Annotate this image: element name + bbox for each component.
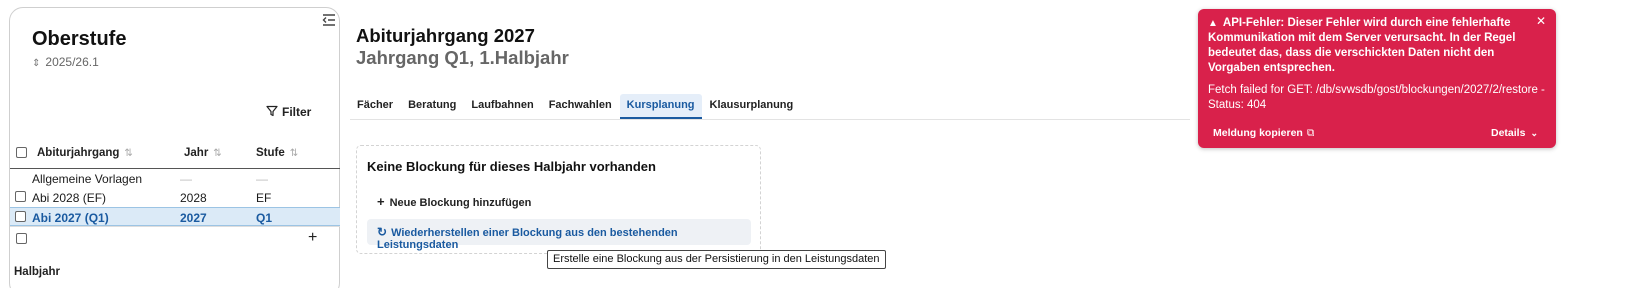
table-header: Abiturjahrgang ⇅ Jahr ⇅ Stufe ⇅ xyxy=(10,137,340,169)
restore-blockung-label: Wiederherstellen einer Blockung aus den … xyxy=(377,227,678,251)
error-toast: ✕ ▲ API-Fehler: Dieser Fehler wird durch … xyxy=(1198,9,1556,148)
table-row[interactable]: Allgemeine Vorlagen — — xyxy=(10,169,340,188)
tab-bar: Fächer Beratung Laufbahnen Fachwahlen Ku… xyxy=(350,94,1190,120)
blockung-card: Keine Blockung für dieses Halbjahr vorha… xyxy=(356,145,761,254)
new-blockung-button[interactable]: + Neue Blockung hinzufügen xyxy=(377,194,531,209)
tab-beratung[interactable]: Beratung xyxy=(401,94,463,119)
toast-message: ▲ API-Fehler: Dieser Fehler wird durch ei… xyxy=(1208,16,1536,76)
tab-laufbahnen[interactable]: Laufbahnen xyxy=(464,94,540,119)
restore-icon: ↻ xyxy=(377,225,388,239)
add-icon[interactable]: + xyxy=(308,229,317,247)
row-jahr: 2027 xyxy=(180,211,207,225)
tab-faecher[interactable]: Fächer xyxy=(350,94,400,119)
funnel-icon xyxy=(266,105,278,117)
filter-label: Filter xyxy=(282,105,312,119)
sort-icon: ⇅ xyxy=(213,148,222,159)
row-stufe: — xyxy=(256,172,268,186)
abiturjahrgang-table: Abiturjahrgang ⇅ Jahr ⇅ Stufe ⇅ Allgemeine … xyxy=(10,137,340,250)
select-all-checkbox[interactable] xyxy=(16,147,27,158)
column-header-abiturjahrgang[interactable]: Abiturjahrgang ⇅ xyxy=(37,147,133,159)
copy-icon: ⧉ xyxy=(1306,127,1315,139)
chevron-down-icon: ⌄ xyxy=(1530,128,1538,138)
sidebar-title: Oberstufe xyxy=(32,28,127,50)
chevron-up-down-icon: ⇕ xyxy=(32,58,41,69)
warning-icon: ▲ xyxy=(1208,18,1218,29)
tab-klausurplanung[interactable]: Klausurplanung xyxy=(703,94,801,119)
row-jahr: 2028 xyxy=(180,191,207,205)
row-stufe: EF xyxy=(256,191,272,205)
row-stufe: Q1 xyxy=(256,211,273,225)
collapse-sidebar-icon[interactable] xyxy=(319,14,339,34)
row-name: Allgemeine Vorlagen xyxy=(32,172,143,186)
copy-message-label: Meldung kopieren xyxy=(1213,127,1303,139)
filter-button[interactable]: Filter xyxy=(266,105,311,119)
tab-kursplanung[interactable]: Kursplanung xyxy=(619,94,702,119)
plus-icon: + xyxy=(377,194,385,209)
row-checkbox[interactable] xyxy=(15,191,26,202)
row-jahr: — xyxy=(180,172,192,186)
toast-detail: Fetch failed for GET: /db/svwsdb/gost/bl… xyxy=(1208,84,1545,111)
tooltip: Erstelle eine Blockung aus der Persistie… xyxy=(547,250,886,269)
add-row-checkbox[interactable] xyxy=(16,233,27,244)
page-subtitle: Jahrgang Q1, 1.Halbjahr xyxy=(356,47,569,68)
details-button[interactable]: Details ⌄ xyxy=(1491,127,1538,139)
table-row-selected[interactable]: Abi 2027 (Q1) 2027 Q1 xyxy=(10,207,340,226)
close-icon[interactable]: ✕ xyxy=(1536,14,1546,28)
page-title: Abiturjahrgang 2027 xyxy=(356,25,535,46)
card-title: Keine Blockung für dieses Halbjahr vorha… xyxy=(367,159,656,174)
toast-message-text: API-Fehler: Dieser Fehler wird durch ein… xyxy=(1208,17,1516,74)
row-name: Abi 2027 (Q1) xyxy=(32,211,109,225)
sort-icon: ⇅ xyxy=(124,148,133,159)
details-label: Details xyxy=(1491,127,1526,139)
sort-icon: ⇅ xyxy=(289,148,299,159)
table-add-row: + xyxy=(10,226,340,250)
school-year-selector[interactable]: ⇕ 2025/26.1 xyxy=(32,55,99,69)
halbjahr-section-label: Halbjahr xyxy=(14,266,61,278)
copy-message-button[interactable]: Meldung kopieren ⧉ xyxy=(1213,127,1314,140)
new-blockung-label: Neue Blockung hinzufügen xyxy=(389,197,532,209)
tab-fachwahlen[interactable]: Fachwahlen xyxy=(542,94,619,119)
table-row[interactable]: Abi 2028 (EF) 2028 EF xyxy=(10,188,340,207)
school-year-label: 2025/26.1 xyxy=(45,55,99,69)
row-checkbox[interactable] xyxy=(15,211,26,222)
restore-blockung-button[interactable]: ↻ Wiederherstellen einer Blockung aus den… xyxy=(367,219,751,251)
column-header-stufe[interactable]: Stufe ⇅ xyxy=(256,147,298,159)
column-header-jahr[interactable]: Jahr ⇅ xyxy=(184,147,222,159)
row-name: Abi 2028 (EF) xyxy=(32,191,107,205)
